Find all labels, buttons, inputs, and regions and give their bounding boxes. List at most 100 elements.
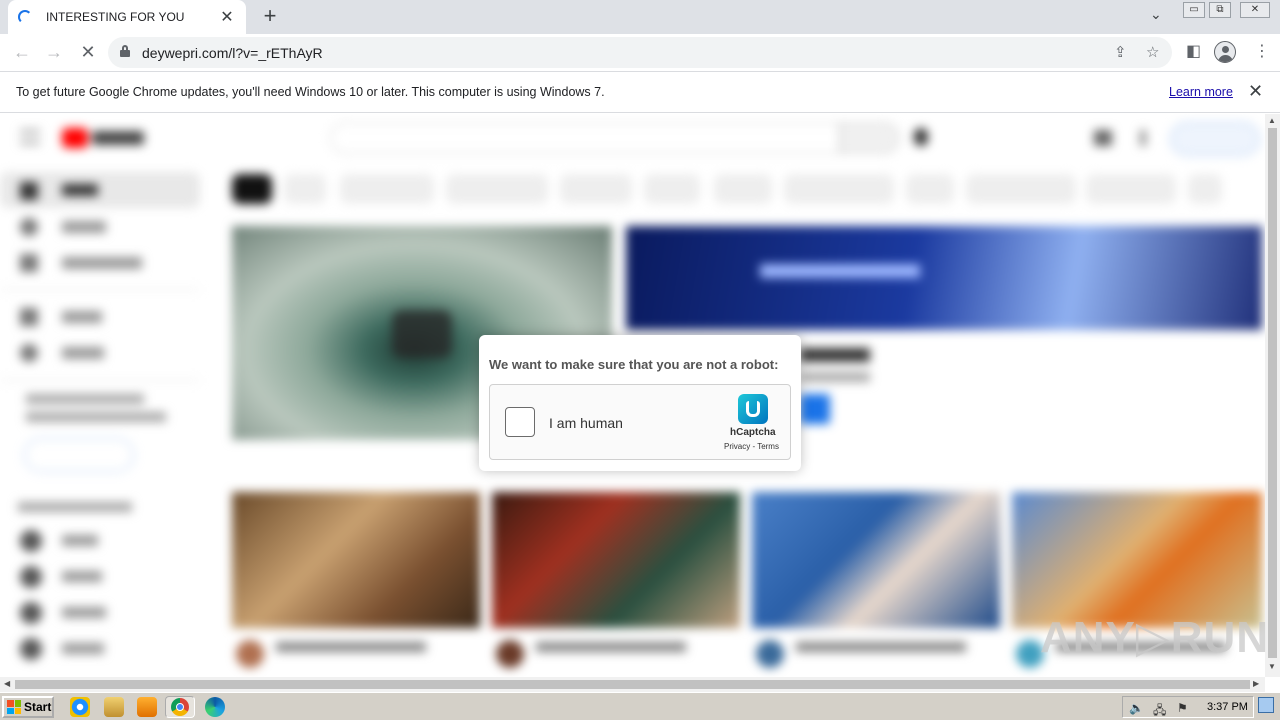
sidebar-label xyxy=(62,347,104,359)
flag-icon[interactable]: ⚑ xyxy=(1177,701,1188,715)
movies-icon xyxy=(20,638,42,660)
tab-search-icon[interactable]: ⌄ xyxy=(1150,6,1162,23)
ad-text xyxy=(760,264,920,278)
system-tray: 🔈 🖧 ⚑ 3:37 PM xyxy=(1122,696,1254,718)
tab-close-icon[interactable]: ✕ xyxy=(218,7,236,27)
back-button[interactable]: ← xyxy=(10,41,34,65)
channel-avatar xyxy=(496,640,524,668)
media-player-icon[interactable] xyxy=(137,697,157,717)
lock-icon[interactable] xyxy=(120,45,130,57)
windows-taskbar: Start 🔈 🖧 ⚑ 3:37 PM xyxy=(0,692,1280,720)
search-button xyxy=(840,122,900,154)
vertical-scroll-thumb[interactable] xyxy=(1268,128,1277,658)
human-checkbox-label[interactable]: I am human xyxy=(549,415,623,431)
video-title xyxy=(276,642,426,652)
video-title xyxy=(796,642,966,652)
loading-spinner-icon xyxy=(18,10,32,24)
sidebar-label xyxy=(62,221,106,233)
ad-subtitle xyxy=(800,372,870,382)
scroll-up-icon[interactable]: ▲ xyxy=(1268,116,1276,125)
window-close-icon[interactable]: ✕ xyxy=(1240,2,1270,18)
sports-icon xyxy=(20,566,42,588)
scroll-left-icon[interactable]: ◀ xyxy=(4,679,10,688)
hamburger-icon xyxy=(20,130,40,144)
chip xyxy=(644,174,700,204)
sidebar-divider xyxy=(0,380,200,381)
learn-more-link[interactable]: Learn more xyxy=(1169,85,1233,99)
sidebar-label xyxy=(62,257,142,269)
address-bar[interactable]: deywepri.com/l?v=_rEThAyR ⇪ ☆ xyxy=(108,37,1172,68)
sidebar-text xyxy=(26,412,166,422)
more-icon xyxy=(1140,130,1146,146)
chip xyxy=(906,174,954,204)
hcaptcha-brand: hCaptcha xyxy=(730,427,776,438)
sidebar-label xyxy=(62,311,102,323)
menu-icon[interactable]: ⋮ xyxy=(1254,41,1270,61)
url-text[interactable]: deywepri.com/l?v=_rEThAyR xyxy=(142,45,323,61)
chip xyxy=(560,174,632,204)
profile-icon[interactable] xyxy=(1214,41,1236,63)
update-infobar: To get future Google Chrome updates, you… xyxy=(0,71,1280,113)
stop-loading-button[interactable]: ✕ xyxy=(76,41,100,65)
new-tab-button[interactable]: + xyxy=(258,4,282,30)
infobar-close-icon[interactable]: ✕ xyxy=(1248,81,1263,102)
start-button[interactable]: Start xyxy=(2,696,54,718)
browser-tab[interactable]: INTERESTING FOR YOU ✕ xyxy=(8,0,246,34)
sidebar-text xyxy=(26,394,144,404)
vertical-scrollbar[interactable]: ▲ ▼ xyxy=(1265,114,1280,677)
chip xyxy=(340,174,434,204)
explorer-icon[interactable] xyxy=(104,697,124,717)
minimize-icon[interactable]: ▭ xyxy=(1183,2,1205,18)
ie-icon[interactable] xyxy=(70,697,90,717)
scroll-right-icon[interactable]: ▶ xyxy=(1253,679,1259,688)
video-thumbnail xyxy=(1012,492,1262,628)
network-icon[interactable]: 🖧 xyxy=(1153,701,1166,720)
video-thumbnail xyxy=(492,492,740,628)
infobar-message: To get future Google Chrome updates, you… xyxy=(16,85,605,99)
explore-icon xyxy=(20,218,38,236)
apps-icon xyxy=(1094,130,1112,146)
sidebar-heading xyxy=(18,502,132,512)
video-title xyxy=(536,642,686,652)
hcaptcha-widget: I am human hCaptcha Privacy - Terms xyxy=(489,384,791,460)
hcaptcha-logo-icon xyxy=(738,394,768,424)
browser-toolbar: ← → ✕ deywepri.com/l?v=_rEThAyR ⇪ ☆ xyxy=(0,34,1280,71)
sidebar-label xyxy=(62,571,102,582)
volume-icon[interactable]: 🔈 xyxy=(1129,701,1144,715)
forward-button[interactable]: → xyxy=(42,41,66,65)
video-thumbnail xyxy=(752,492,1000,628)
chrome-taskbar-button[interactable] xyxy=(165,696,195,718)
play-icon xyxy=(392,310,452,358)
tab-strip: INTERESTING FOR YOU ✕ + ⌄ ▭ ⧉ ✕ xyxy=(0,0,1280,34)
horizontal-scroll-thumb[interactable] xyxy=(15,680,1250,689)
restore-icon[interactable]: ⧉ xyxy=(1209,2,1231,18)
channel-avatar xyxy=(756,640,784,668)
chip xyxy=(966,174,1076,204)
human-checkbox[interactable] xyxy=(505,407,535,437)
horizontal-scrollbar[interactable]: ◀ ▶ xyxy=(0,677,1265,692)
channel-avatar xyxy=(236,640,264,668)
tab-title: INTERESTING FOR YOU xyxy=(46,10,185,24)
share-icon[interactable]: ⇪ xyxy=(1114,43,1127,61)
sidebar-divider xyxy=(0,289,200,290)
edge-icon[interactable] xyxy=(205,697,225,717)
side-panel-icon[interactable]: ◧ xyxy=(1186,41,1201,61)
privacy-terms-links[interactable]: Privacy - Terms xyxy=(724,442,779,451)
search-box xyxy=(330,122,840,154)
sidebar-label xyxy=(62,607,106,618)
chip xyxy=(1188,174,1222,204)
bookmark-star-icon[interactable]: ☆ xyxy=(1146,43,1159,61)
show-desktop-button[interactable] xyxy=(1258,697,1274,713)
video-thumbnail xyxy=(232,492,480,628)
scroll-down-icon[interactable]: ▼ xyxy=(1268,662,1276,671)
chip xyxy=(446,174,548,204)
ad-cta xyxy=(800,394,830,424)
mic-icon xyxy=(914,128,928,146)
clock[interactable]: 3:37 PM xyxy=(1207,701,1248,713)
home-icon xyxy=(20,182,38,200)
music-icon xyxy=(20,530,42,552)
sidebar-label xyxy=(62,535,98,546)
chip xyxy=(784,174,894,204)
captcha-dialog: We want to make sure that you are not a … xyxy=(479,335,801,471)
sidebar-signin xyxy=(24,438,134,472)
